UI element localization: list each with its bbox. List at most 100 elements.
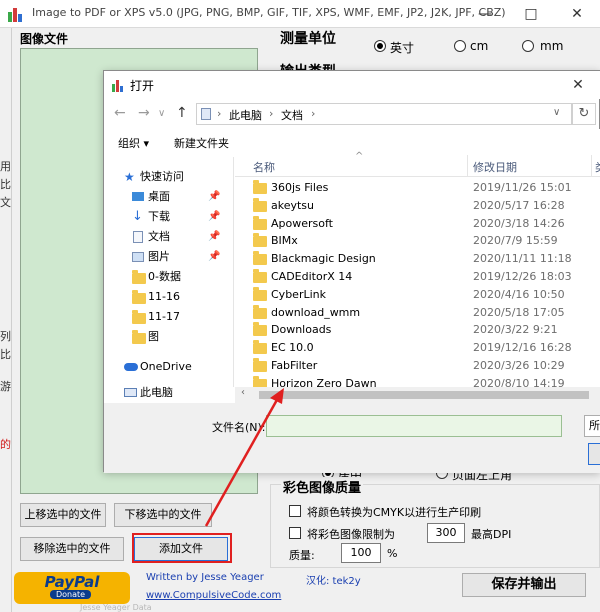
column-type-header[interactable]: 类 [595,159,600,175]
edge-char: 的 [0,438,11,451]
nav-item-label: 图片 [148,250,170,263]
file-row[interactable]: Apowersoft 2020/3/18 14:26 [235,215,600,233]
breadcrumb-separator-icon: › [311,107,316,120]
limit-color-checkbox[interactable] [289,527,301,539]
file-row[interactable]: EC 10.0 2019/12/16 16:28 [235,339,600,357]
left-edge-strip: 用 比 文 列 比 游 的 [0,28,12,612]
app-icon [8,6,24,22]
move-up-button[interactable]: 上移选中的文件 [20,503,106,527]
file-row[interactable]: Blackmagic Design 2020/11/11 11:18 [235,250,600,268]
scroll-left-icon[interactable]: ‹ [241,387,245,398]
breadcrumb-separator-icon: › [217,107,222,120]
file-date: 2019/12/16 16:28 [473,341,572,355]
unit-mm-radio[interactable] [522,40,534,52]
dialog-open-button[interactable] [588,443,600,465]
file-name: CADEditorX 14 [271,270,353,283]
nav-desktop[interactable]: 桌面 📌 [104,187,232,207]
address-bar[interactable]: › 此电脑 › 文档 › ∨ [196,103,572,125]
dialog-close-button[interactable]: ✕ [555,71,600,99]
nav-folder-data[interactable]: 0-数据 [104,267,232,287]
quality-label: 质量: [289,549,315,562]
file-row[interactable]: CADEditorX 14 2019/12/26 18:03 [235,268,600,286]
file-name: Apowersoft [271,216,333,230]
quality-input[interactable]: 100 [341,543,381,563]
filetype-select[interactable]: 所 [584,415,600,437]
nav-item-label: 11-16 [148,290,180,303]
file-name: CyberLink [271,287,326,301]
file-row[interactable]: BIMx 2020/7/9 15:59 [235,232,600,250]
nav-folder-1116[interactable]: 11-16 [104,287,232,307]
column-headers: 名称 ^ 修改日期 类 [235,151,600,177]
star-icon: ★ [124,170,135,184]
filename-input[interactable] [266,415,562,437]
breadcrumb-documents[interactable]: 文档 [281,107,303,123]
file-row[interactable]: download_wmm 2020/5/18 17:05 [235,304,600,322]
file-date: 2020/3/18 14:26 [473,216,565,230]
breadcrumb-this-pc[interactable]: 此电脑 [229,107,262,123]
folder-icon [253,180,267,194]
back-arrow-icon[interactable]: ← [114,105,126,121]
pin-icon[interactable]: 📌 [208,187,220,207]
file-row[interactable]: FabFilter 2020/3/26 10:29 [235,357,600,375]
move-down-button[interactable]: 下移选中的文件 [114,503,212,527]
minimize-button[interactable]: — [462,0,508,28]
file-date: 2020/5/18 17:05 [473,305,565,319]
file-list-pane: 名称 ^ 修改日期 类 360js Files 2019/11/26 15:01 … [235,151,600,395]
maximize-button[interactable]: □ [508,0,554,28]
website-link[interactable]: www.CompulsiveCode.com [146,590,281,601]
paypal-logo: PayPal [44,573,100,591]
nav-folder-tu[interactable]: 图 [104,327,232,347]
nav-documents[interactable]: 文档 📌 [104,227,232,247]
folder-icon [253,197,267,212]
nav-onedrive[interactable]: OneDrive [104,357,232,377]
faint-footer-text: Jesse Yeager Data [80,603,152,612]
edge-char: 比 [0,348,11,361]
nav-item-label: 文档 [148,230,170,243]
file-row[interactable]: 360js Files 2019/11/26 15:01 [235,179,600,197]
refresh-icon[interactable]: ↻ [572,103,596,125]
scrollbar-thumb[interactable] [259,391,589,399]
file-name: FabFilter [271,359,318,372]
column-name-header[interactable]: 名称 [253,159,275,175]
file-date: 2020/5/17 16:28 [473,198,565,212]
horizontal-scrollbar[interactable]: ‹ [235,387,600,403]
forward-arrow-icon[interactable]: → [138,105,150,121]
remove-selected-button[interactable]: 移除选中的文件 [20,537,124,561]
dpi-input[interactable]: 300 [427,523,465,543]
close-button[interactable]: ✕ [554,0,600,28]
paypal-donate-button[interactable]: PayPal Donate [14,572,130,604]
pin-icon[interactable]: 📌 [208,207,220,227]
file-date: 2019/12/26 18:03 [473,270,572,283]
organize-menu[interactable]: 组织 ▾ [118,135,149,151]
recent-dropdown-icon[interactable]: ∨ [158,108,165,119]
cmyk-checkbox[interactable] [289,505,301,517]
file-row[interactable]: CyberLink 2020/4/16 10:50 [235,286,600,304]
nav-downloads[interactable]: ↓ 下载 📌 [104,207,232,227]
nav-quick-access[interactable]: ★ 快速访问 [104,167,232,187]
address-dropdown-icon[interactable]: ∨ [553,107,560,118]
dpi-suffix-label: 最高DPI [471,528,512,541]
unit-cm-label: cm [470,39,489,53]
folder-icon [253,251,267,266]
new-folder-button[interactable]: 新建文件夹 [174,135,229,151]
file-row[interactable]: Downloads 2020/3/22 9:21 [235,321,600,339]
unit-cm-radio[interactable] [454,40,466,52]
edge-char: 用 [0,160,11,173]
nav-pictures[interactable]: 图片 📌 [104,247,232,267]
nav-item-label: 快速访问 [140,170,184,183]
file-row[interactable]: akeytsu 2020/5/17 16:28 [235,197,600,215]
unit-inch-radio[interactable] [374,40,386,52]
nav-folder-1117[interactable]: 11-17 [104,307,232,327]
dialog-app-icon [112,78,126,92]
file-date: 2020/3/22 9:21 [473,323,558,337]
column-date-header[interactable]: 修改日期 [473,159,517,175]
file-name: BIMx [271,234,298,248]
pin-icon[interactable]: 📌 [208,247,220,267]
pin-icon[interactable]: 📌 [208,227,220,247]
up-arrow-icon[interactable]: ↑ [176,105,188,121]
navigation-pane: ★ 快速访问 桌面 📌 ↓ 下载 📌 文档 📌 图片 📌 0-数据 11-16 … [104,157,234,397]
save-and-output-button[interactable]: 保存并输出 [462,573,586,597]
folder-icon [253,215,267,230]
cloud-icon [124,363,138,371]
nav-this-pc[interactable]: 此电脑 [104,383,232,397]
